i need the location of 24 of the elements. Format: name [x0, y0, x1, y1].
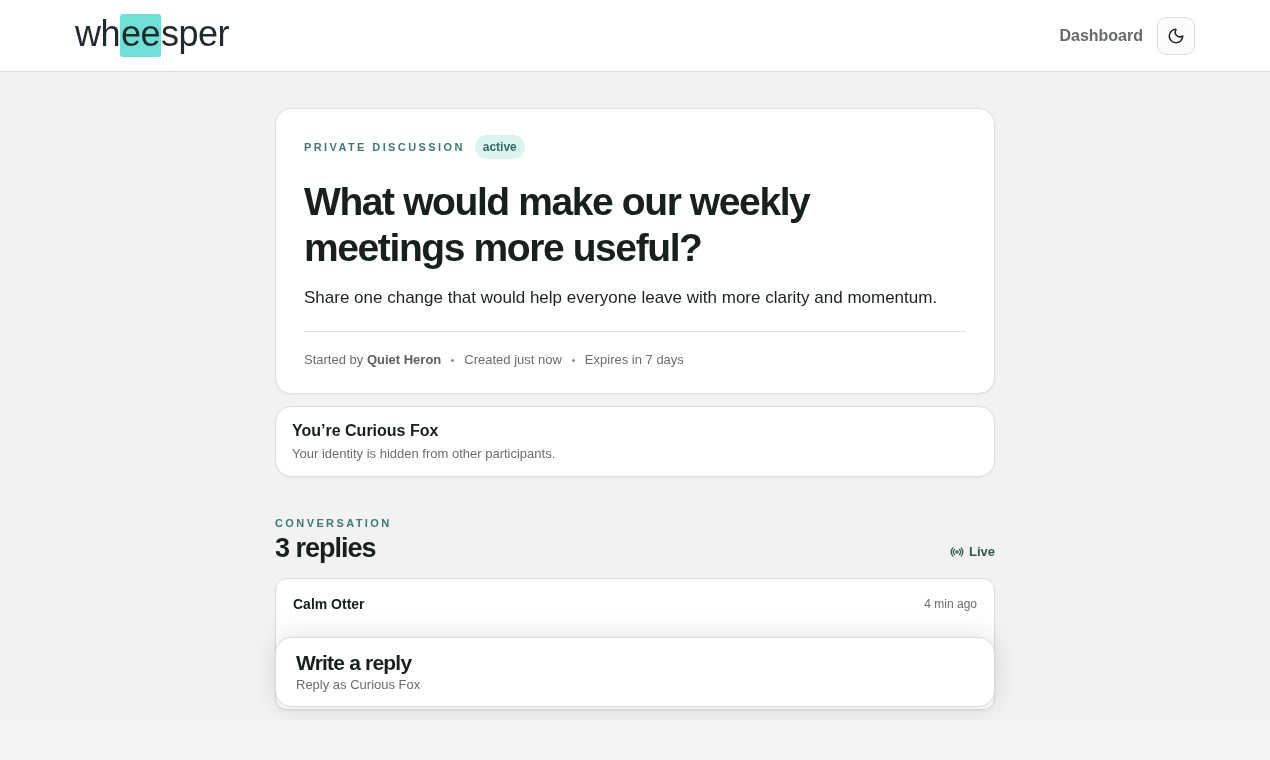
discussion-description: Share one change that would help everyone leave with more clarity and momentum.: [304, 287, 939, 309]
reply-time: 4 min ago: [924, 596, 977, 613]
meta-text: Expires in 7 days: [584, 351, 684, 369]
broadcast-icon: [950, 545, 964, 559]
meta-text: Started by Quiet Heron: [304, 351, 442, 369]
identity-note: Your identity is hidden from other participants.: [292, 445, 557, 463]
composer-title: Write a reply: [296, 650, 413, 676]
composer-subtitle: Reply as Curious Fox: [296, 676, 422, 694]
reply-author: Calm Otter: [293, 595, 365, 613]
moon-icon: [1167, 26, 1185, 45]
discussion-eyebrow: PRIVATE DISCUSSION: [304, 140, 465, 154]
section-eyebrow: CONVERSATION: [275, 516, 392, 530]
separator-dot-icon: [571, 358, 575, 362]
status-badge: active: [474, 135, 525, 159]
live-label: Live: [969, 544, 995, 560]
theme-toggle-button[interactable]: [1157, 16, 1195, 55]
discussion-title: What would make our weekly meetings more useful?: [304, 179, 812, 271]
logo[interactable]: wheesper: [75, 14, 230, 57]
identity-title: You’re Curious Fox: [292, 421, 440, 441]
reply-composer[interactable]: Write a reply Reply as Curious Fox: [275, 637, 995, 707]
reply-count: 3 replies: [275, 532, 377, 564]
meta-text: Created just now: [464, 351, 562, 369]
separator-dot-icon: [451, 358, 455, 362]
dashboard-link[interactable]: Dashboard: [1059, 26, 1143, 45]
